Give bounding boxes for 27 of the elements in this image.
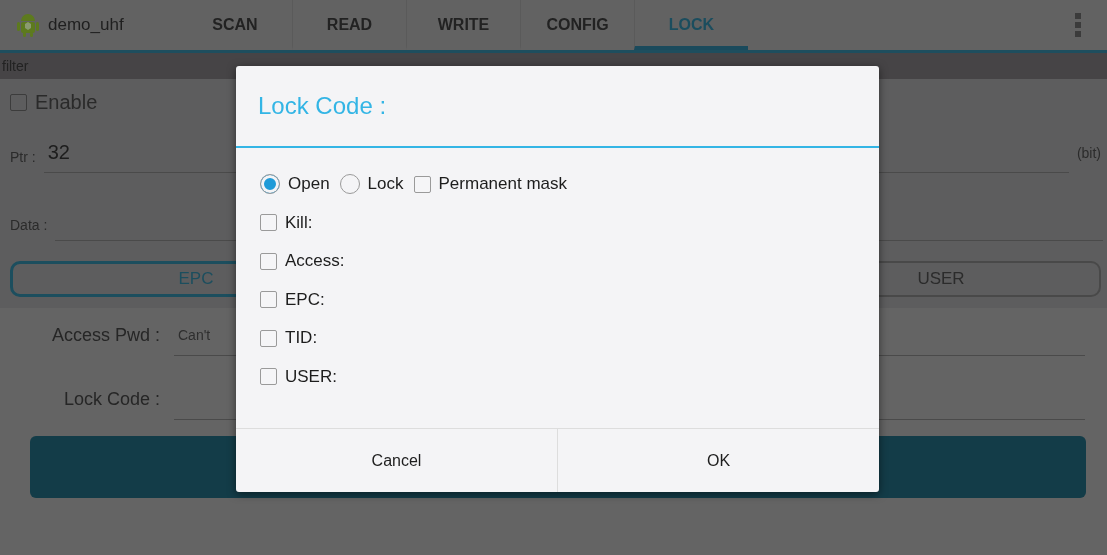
app-title: demo_uhf <box>48 15 125 35</box>
radio-button[interactable] <box>260 174 280 195</box>
overflow-menu-icon[interactable] <box>1075 13 1081 37</box>
checkbox-label: Kill: <box>285 212 313 233</box>
dialog-button[interactable]: OK <box>557 429 879 492</box>
field-label: Access Pwd : <box>50 325 160 347</box>
checkbox-label: TID: <box>285 328 318 349</box>
tab[interactable]: WRITE <box>406 0 520 50</box>
checkbox[interactable] <box>10 93 27 111</box>
radio-button[interactable] <box>339 174 360 195</box>
checkbox[interactable] <box>260 329 277 347</box>
tab[interactable]: CONFIG <box>520 0 634 50</box>
checkbox-label: Permanent mask <box>438 174 567 195</box>
tab[interactable]: SCAN <box>178 0 292 50</box>
dialog-button[interactable]: Cancel <box>236 429 557 492</box>
radio-label: Open <box>288 174 330 195</box>
field-label: Lock Code : <box>62 389 160 411</box>
checkbox[interactable] <box>260 291 277 309</box>
tab[interactable]: READ <box>292 0 406 50</box>
checkbox-label: USER: <box>285 366 337 387</box>
checkbox[interactable] <box>260 368 277 386</box>
checkbox[interactable] <box>260 252 277 270</box>
dialog-title: Lock Code : <box>236 66 879 148</box>
radio-label: Lock <box>367 174 404 195</box>
checkbox[interactable] <box>413 175 431 193</box>
checkbox[interactable] <box>260 214 277 232</box>
android-robot-icon <box>16 12 40 38</box>
